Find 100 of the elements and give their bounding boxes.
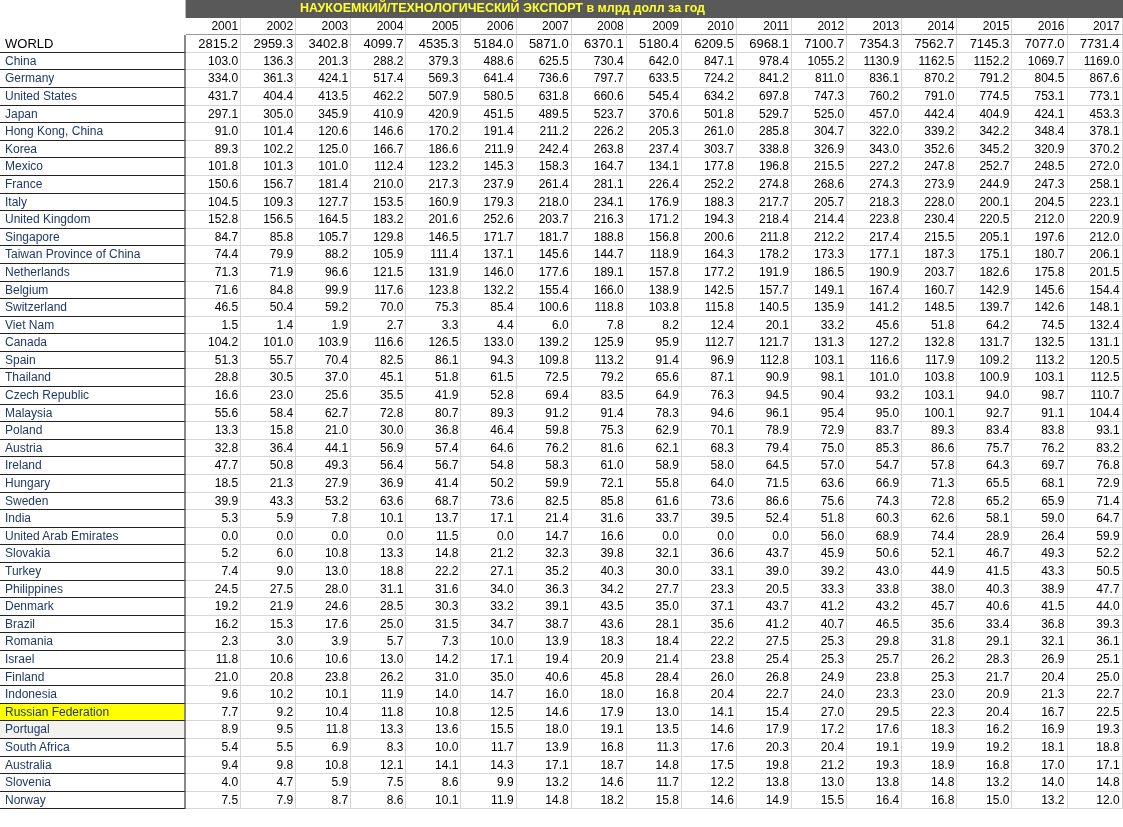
table-cell: 43.3 xyxy=(1012,563,1068,581)
table-cell: 20.9 xyxy=(957,686,1013,704)
table-cell: 4.0 xyxy=(186,774,242,792)
table-cell: 545.4 xyxy=(626,87,682,106)
table-cell: 96.6 xyxy=(296,263,352,282)
table-cell: 82.5 xyxy=(351,351,407,370)
table-cell: 268.6 xyxy=(792,175,848,194)
table-cell: 191.4 xyxy=(461,123,517,141)
table-cell: 93.2 xyxy=(847,387,903,405)
table-cell: 138.9 xyxy=(626,281,682,300)
column-header: 2017 xyxy=(1067,17,1123,36)
table-cell: 210.0 xyxy=(351,175,407,194)
table-cell: 19.8 xyxy=(736,756,793,775)
table-cell: 32.3 xyxy=(516,545,572,563)
table-cell: 244.9 xyxy=(957,175,1013,194)
table-cell: 95.9 xyxy=(626,334,682,352)
table-cell: 11.3 xyxy=(626,738,682,757)
table-cell: 274.8 xyxy=(736,175,793,194)
table-cell: 65.9 xyxy=(1012,492,1068,511)
table-cell: 58.9 xyxy=(626,457,682,476)
row-header: Romania xyxy=(0,633,186,651)
table-cell: 116.6 xyxy=(847,351,903,370)
table-cell: 37.1 xyxy=(681,598,737,616)
table-cell: 9.5 xyxy=(241,721,297,739)
table-cell: 43.5 xyxy=(571,598,627,616)
row-header: Sweden xyxy=(0,492,186,511)
table-cell: 16.7 xyxy=(1012,703,1068,722)
table-cell: 13.3 xyxy=(351,545,407,563)
table-cell: 84.8 xyxy=(241,281,297,300)
table-cell: 1.9 xyxy=(296,316,352,335)
table-cell: 94.6 xyxy=(681,404,737,423)
table-cell: 52.2 xyxy=(1067,545,1123,563)
table-cell: 46.7 xyxy=(957,545,1013,563)
table-cell: 6.0 xyxy=(241,545,297,563)
table-cell: 36.8 xyxy=(1012,615,1068,634)
table-cell: 142.9 xyxy=(957,281,1013,300)
table-cell: 164.5 xyxy=(296,211,352,229)
table-cell: 252.6 xyxy=(461,211,517,229)
table-cell: 10.1 xyxy=(351,510,407,528)
table-cell: 56.0 xyxy=(792,527,848,546)
table-cell: 120.6 xyxy=(296,123,352,141)
table-cell: 5.9 xyxy=(241,510,297,528)
table-cell: 139.2 xyxy=(516,334,572,352)
table-cell: 73.6 xyxy=(461,492,517,511)
column-header: 2015 xyxy=(957,17,1013,36)
table-cell: 49.3 xyxy=(296,457,352,476)
table-cell: 20.9 xyxy=(571,650,627,669)
table-cell: 127.7 xyxy=(296,193,352,212)
table-cell: 3.3 xyxy=(406,316,462,335)
table-cell: 13.3 xyxy=(186,422,242,440)
row-header: South Africa xyxy=(0,738,186,757)
table-cell: 43.0 xyxy=(847,563,903,581)
row-header: Denmark xyxy=(0,598,186,616)
table-cell: 86.1 xyxy=(406,351,462,370)
table-cell: 127.2 xyxy=(847,334,903,352)
table-cell: 10.6 xyxy=(241,650,297,669)
table-cell: 15.8 xyxy=(626,791,682,810)
table-cell: 28.1 xyxy=(626,615,682,634)
table-cell: 7.4 xyxy=(186,563,242,581)
table-cell: 370.6 xyxy=(626,105,682,124)
table-cell: 14.9 xyxy=(736,791,793,810)
table-cell: 204.5 xyxy=(1012,193,1068,212)
table-cell: 160.9 xyxy=(406,193,462,212)
table-cell: 78.9 xyxy=(736,422,793,440)
row-header: Ireland xyxy=(0,457,186,476)
table-cell: 797.7 xyxy=(571,70,627,88)
column-header: 2010 xyxy=(681,17,737,36)
table-cell: 194.3 xyxy=(681,211,737,229)
table-cell: 88.2 xyxy=(296,246,352,264)
table-cell: 38.7 xyxy=(516,615,572,634)
table-cell: 7.7 xyxy=(186,703,242,722)
table-cell: 40.7 xyxy=(792,615,848,634)
table-cell: 105.9 xyxy=(351,246,407,264)
table-cell: 40.6 xyxy=(516,668,572,687)
table-cell: 20.4 xyxy=(1012,668,1068,687)
table-cell: 54.7 xyxy=(847,457,903,476)
table-cell: 10.4 xyxy=(296,703,352,722)
table-cell: 16.8 xyxy=(902,791,958,810)
table-cell: 0.0 xyxy=(186,527,242,546)
table-cell: 188.3 xyxy=(681,193,737,212)
table-cell: 17.5 xyxy=(681,756,737,775)
table-cell: 230.4 xyxy=(902,211,958,229)
table-cell: 4.7 xyxy=(241,774,297,792)
table-cell: 205.1 xyxy=(957,228,1013,247)
table-cell: 166.7 xyxy=(351,140,407,159)
table-cell: 27.5 xyxy=(241,580,297,599)
table-cell: 201.5 xyxy=(1067,263,1123,282)
table-cell: 101.0 xyxy=(296,158,352,176)
table-cell: 59.9 xyxy=(1067,527,1123,546)
table-cell: 74.4 xyxy=(902,527,958,546)
column-header: 2002 xyxy=(241,17,297,36)
table-cell: 6.9 xyxy=(296,738,352,757)
table-cell: 111.4 xyxy=(406,246,462,264)
table-cell: 17.1 xyxy=(1067,756,1123,775)
table-cell: 24.5 xyxy=(186,580,242,599)
column-header: 2008 xyxy=(571,17,627,36)
table-cell: 501.8 xyxy=(681,105,737,124)
table-cell: 11.5 xyxy=(406,527,462,546)
table-cell: 18.3 xyxy=(571,633,627,651)
table-cell: 3402.8 xyxy=(296,35,352,53)
